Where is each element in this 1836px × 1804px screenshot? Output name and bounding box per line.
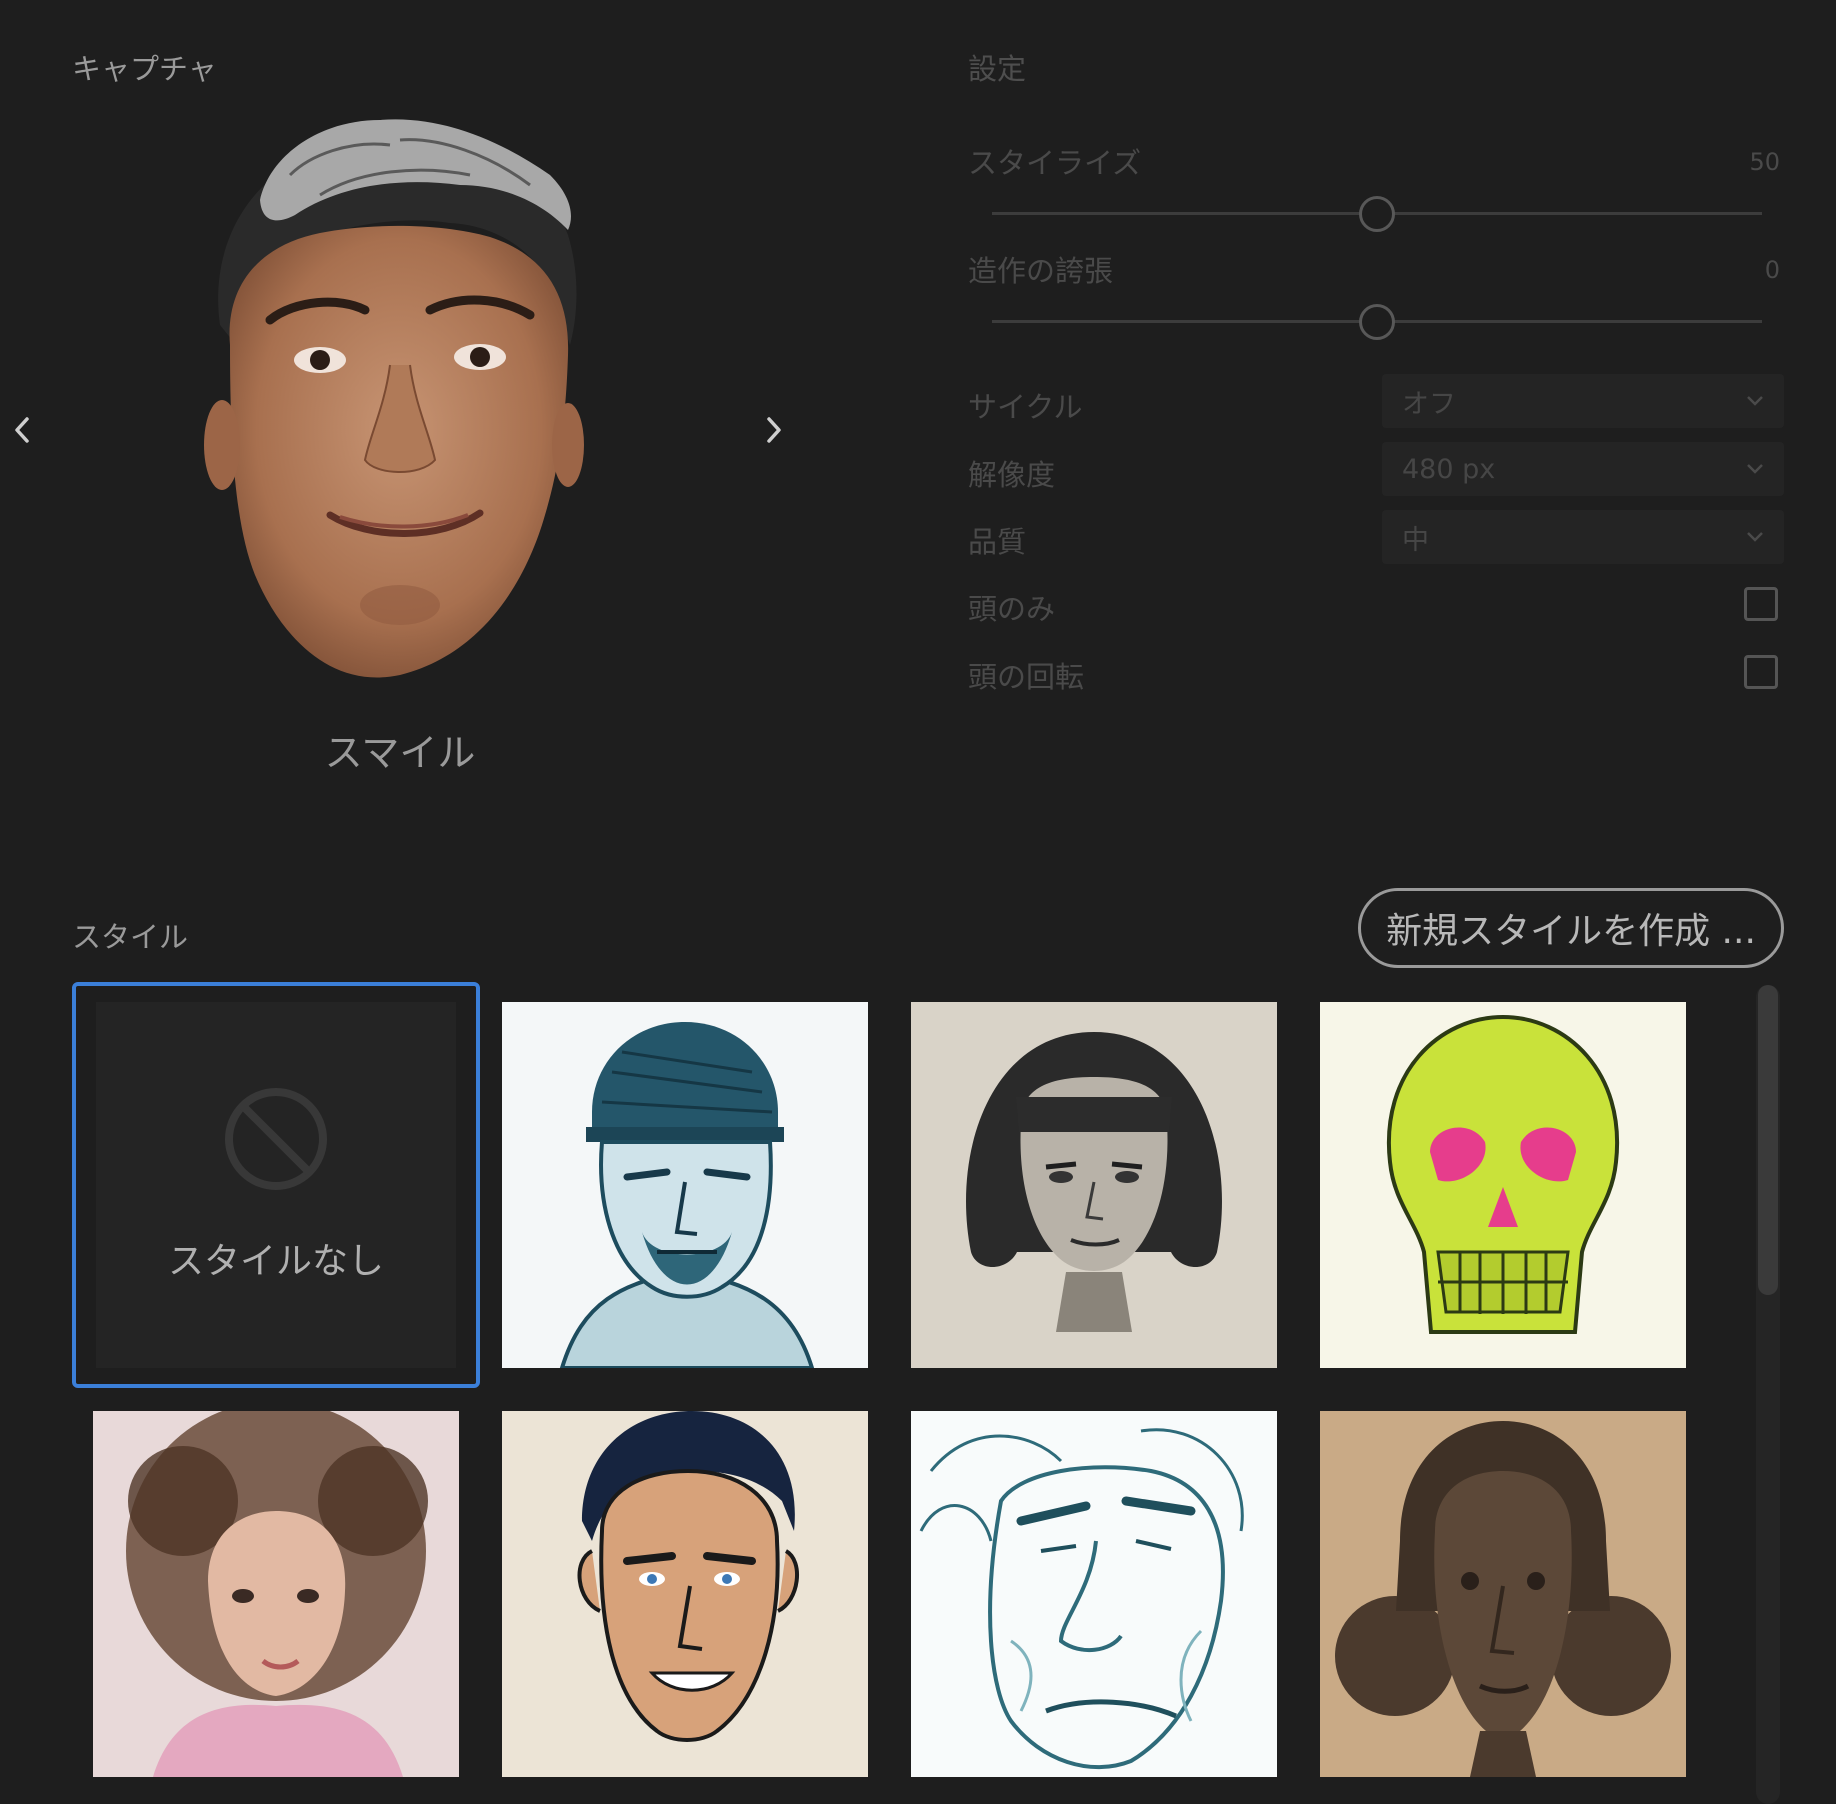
style-tile-blue-sketch[interactable] [502,1002,868,1368]
styles-scrollbar-thumb[interactable] [1758,985,1778,1295]
head-rotation-label: 頭の回転 [968,660,1085,694]
capture-title: キャプチャ [72,52,217,86]
chevron-right-icon [767,417,781,443]
resolution-dropdown[interactable]: 480 px [1382,442,1784,496]
watercolor-portrait-image [126,1411,428,1777]
resolution-label: 解像度 [968,458,1056,492]
head-rotation-checkbox[interactable] [1744,655,1778,689]
exaggeration-label: 造作の誇張 [968,254,1114,288]
style-tile-watercolor[interactable] [93,1411,459,1777]
stylize-slider-thumb[interactable] [1359,196,1395,232]
quality-dropdown[interactable]: 中 [1382,510,1784,564]
line-sketch-portrait-image [919,1428,1244,1770]
resolution-dropdown-value: 480 px [1402,453,1496,485]
expression-label: スマイル [324,731,476,775]
exaggeration-value: 0 [1764,256,1780,284]
style-tile-none[interactable]: スタイルなし [72,982,480,1388]
chevron-down-icon [1747,532,1763,542]
style-tile-comic[interactable] [502,1411,868,1777]
quality-dropdown-value: 中 [1402,524,1429,556]
cycle-dropdown-value: オフ [1402,388,1456,420]
bronze-sculpture-image [1335,1421,1671,1777]
next-arrow-button[interactable] [754,410,794,450]
stylize-value: 50 [1749,148,1780,176]
chevron-down-icon [1747,396,1763,406]
no-style-panel: スタイルなし [96,1002,456,1368]
head-only-label: 頭のみ [968,592,1056,626]
charcoal-portrait-image [966,1032,1222,1332]
prohibited-icon [225,1088,327,1190]
quality-label: 品質 [968,525,1027,559]
captured-face-image [200,115,590,685]
styles-title: スタイル [72,920,189,954]
stylize-label: スタイライズ [968,146,1142,180]
prev-arrow-button[interactable] [2,410,42,450]
head-only-checkbox[interactable] [1744,587,1778,621]
chevron-down-icon [1747,464,1763,474]
settings-title: 設定 [968,52,1027,86]
blue-sketch-portrait-image [559,1022,815,1368]
chevron-left-icon [15,417,29,443]
no-style-label: スタイルなし [167,1241,384,1282]
cycle-label: サイクル [968,390,1083,424]
exaggeration-slider-thumb[interactable] [1359,304,1395,340]
cycle-dropdown[interactable]: オフ [1382,374,1784,428]
style-tile-charcoal[interactable] [911,1002,1277,1368]
style-tile-neon-skull[interactable] [1320,1002,1686,1368]
style-tile-line-sketch[interactable] [911,1411,1277,1777]
comic-portrait-image [577,1411,800,1742]
create-new-style-button[interactable]: 新規スタイルを作成 ... [1358,888,1784,968]
neon-skull-image [1386,1014,1620,1334]
style-tile-bronze[interactable] [1320,1411,1686,1777]
